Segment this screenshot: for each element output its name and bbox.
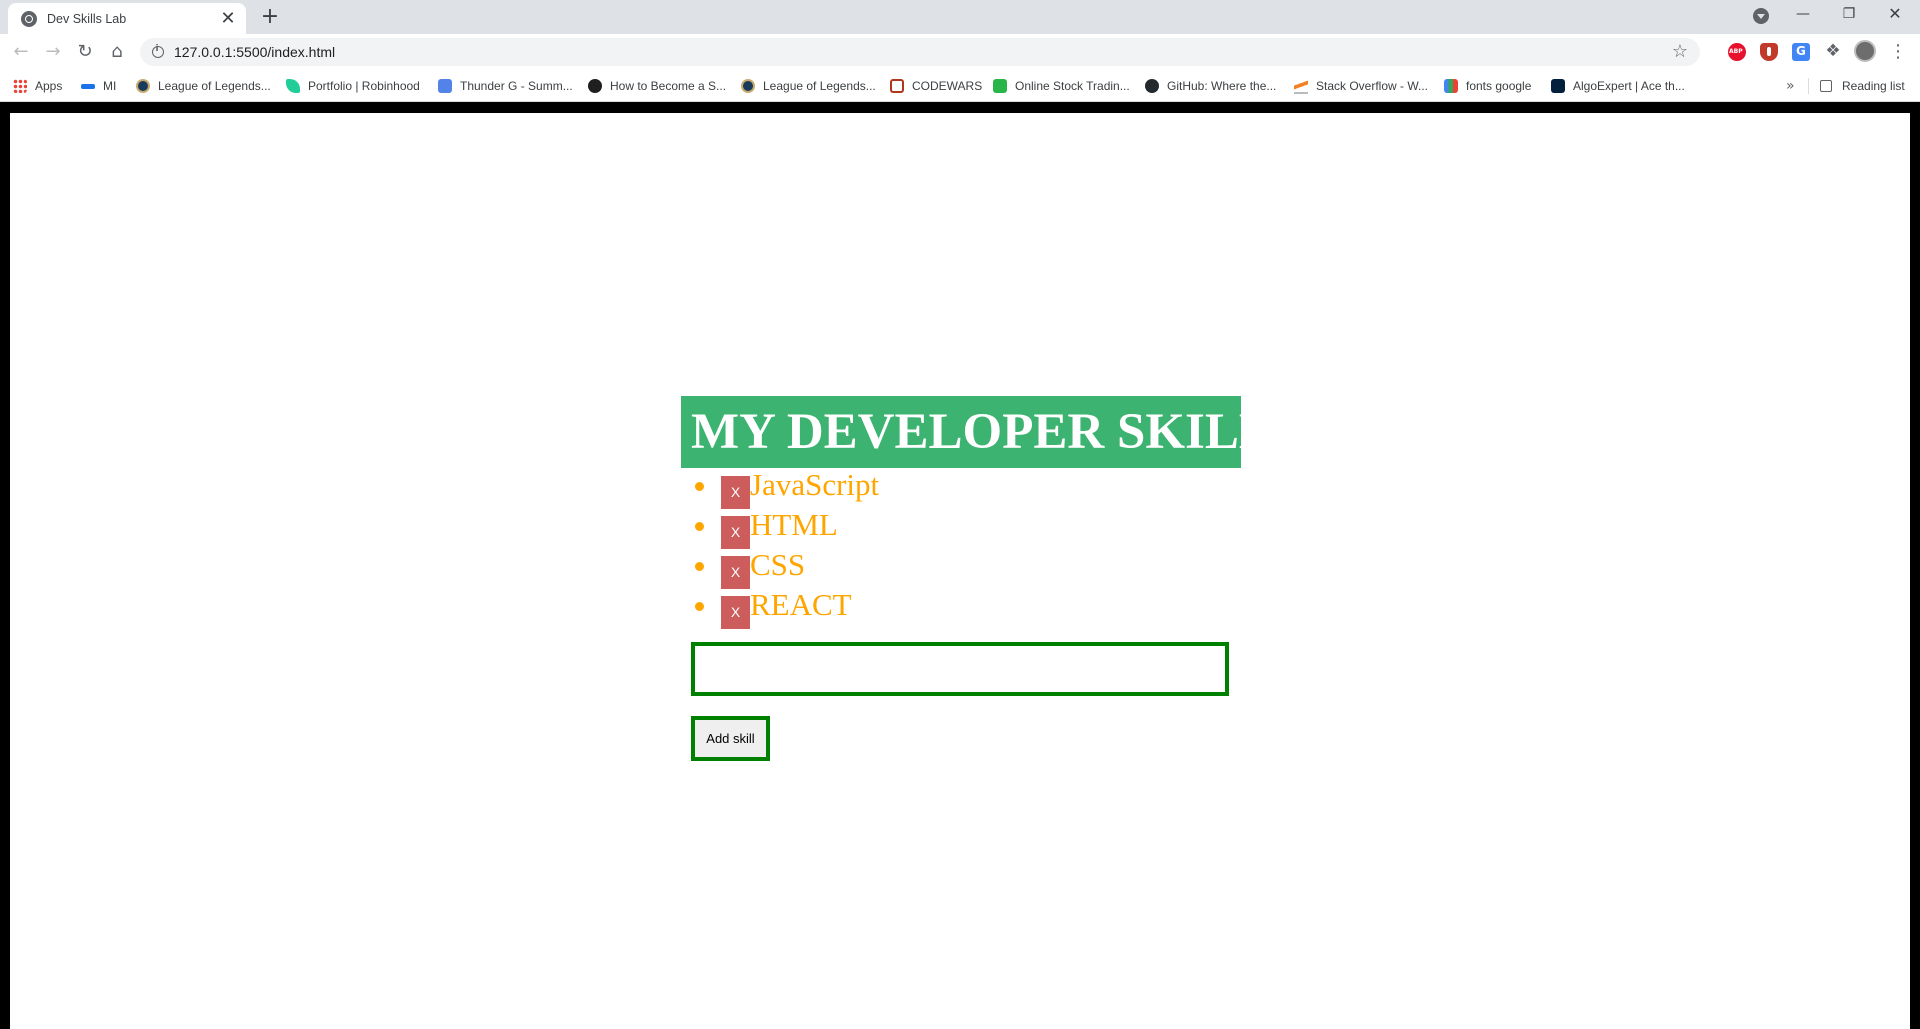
bookmark-label: AlgoExpert | Ace th... [1573, 79, 1685, 93]
bookmarks-overflow-icon[interactable]: » [1786, 70, 1795, 102]
reading-list-button[interactable]: Reading list [1820, 70, 1905, 102]
league-icon [741, 79, 755, 93]
league-icon [136, 79, 150, 93]
bookmark-label: How to Become a S... [610, 79, 727, 93]
robinhood-feather-icon [286, 79, 300, 93]
bullet-icon [695, 562, 704, 571]
minimize-button[interactable]: — [1780, 0, 1826, 30]
back-arrow-icon[interactable]: ← [9, 40, 33, 64]
profile-avatar[interactable] [1854, 40, 1876, 62]
bookmark-label: Thunder G - Summ... [460, 79, 573, 93]
skill-name: JavaScript [750, 467, 880, 502]
reading-list-label: Reading list [1842, 79, 1905, 93]
codewars-icon [890, 79, 904, 93]
reading-list-icon [1820, 80, 1832, 92]
apps-grid-icon [13, 79, 27, 93]
github-icon [1145, 79, 1159, 93]
ublock-icon[interactable] [1760, 43, 1778, 61]
tab-search-icon[interactable] [1753, 8, 1769, 24]
url-text[interactable]: 127.0.0.1:5500/index.html [174, 44, 335, 60]
bookmark-algoexpert[interactable]: AlgoExpert | Ace th... [1551, 70, 1685, 102]
reload-icon[interactable]: ↻ [73, 40, 97, 64]
bookmark-apps[interactable]: Apps [13, 70, 62, 102]
bookmark-label: GitHub: Where the... [1167, 79, 1277, 93]
forward-arrow-icon[interactable]: → [41, 40, 65, 64]
browser-tab[interactable]: Dev Skills Lab ✕ [8, 3, 246, 34]
browser-toolbar: ← → ↻ ⌂ 127.0.0.1:5500/index.html ☆ ❖ ⋮ [0, 34, 1920, 70]
page-title: MY DEVELOPER SKILLS [681, 396, 1301, 468]
algoexpert-icon [1551, 79, 1565, 93]
tab-title: Dev Skills Lab [47, 11, 127, 26]
bookmark-label: Online Stock Tradin... [1015, 79, 1130, 93]
new-skill-input[interactable] [691, 642, 1229, 696]
delete-skill-button[interactable]: X [721, 475, 750, 509]
bookmark-label: CODEWARS [912, 79, 983, 93]
google-fonts-icon [1444, 79, 1458, 93]
stackoverflow-icon [1294, 78, 1308, 94]
bookmark-opgg[interactable]: Thunder G - Summ... [438, 70, 573, 102]
bullet-icon [695, 482, 704, 491]
restore-button[interactable]: ❐ [1826, 0, 1872, 30]
opgg-icon [438, 79, 452, 93]
skills-list: X JavaScript X HTML X CSS X REACT [681, 467, 1241, 629]
bookmark-codewars[interactable]: CODEWARS [890, 70, 982, 102]
list-item: X JavaScript [681, 467, 1241, 509]
close-window-button[interactable]: ✕ [1872, 0, 1918, 30]
bookmark-label: Stack Overflow - W... [1316, 79, 1429, 93]
skill-name: HTML [750, 507, 838, 542]
bookmark-robinhood[interactable]: Portfolio | Robinhood [286, 70, 420, 102]
address-bar[interactable]: 127.0.0.1:5500/index.html ☆ [140, 38, 1700, 66]
page-body: MY DEVELOPER SKILLS X JavaScript X HTML … [10, 113, 1910, 1029]
skill-name: CSS [750, 547, 806, 582]
bookmark-label: Apps [35, 79, 63, 93]
bookmark-mi[interactable]: MI [81, 70, 116, 102]
delete-skill-button[interactable]: X [721, 595, 750, 629]
bookmark-stackoverflow[interactable]: Stack Overflow - W... [1294, 70, 1428, 102]
bookmark-google-fonts[interactable]: fonts google [1444, 70, 1531, 102]
bullet-icon [695, 602, 704, 611]
extensions-puzzle-icon[interactable]: ❖ [1824, 42, 1842, 60]
delete-skill-button[interactable]: X [721, 555, 750, 589]
bookmark-become-s[interactable]: How to Become a S... [588, 70, 726, 102]
adblock-plus-icon[interactable] [1728, 43, 1746, 61]
bullet-icon [695, 522, 704, 531]
browser-menu-icon[interactable]: ⋮ [1888, 40, 1908, 64]
list-item: X HTML [681, 507, 1241, 549]
bookmark-league-1[interactable]: League of Legends... [136, 70, 271, 102]
bookmark-star-icon[interactable]: ☆ [1672, 41, 1688, 62]
list-item: X REACT [681, 587, 1241, 629]
key-icon [81, 83, 95, 89]
bookmark-label: fonts google [1466, 79, 1532, 93]
bookmark-label: League of Legends... [158, 79, 271, 93]
site-info-icon[interactable] [152, 44, 164, 58]
bookmark-label: League of Legends... [763, 79, 876, 93]
home-icon[interactable]: ⌂ [105, 40, 129, 64]
list-item: X CSS [681, 547, 1241, 589]
bookmark-github[interactable]: GitHub: Where the... [1145, 70, 1276, 102]
skills-container: MY DEVELOPER SKILLS X JavaScript X HTML … [681, 396, 1301, 761]
page-viewport: MY DEVELOPER SKILLS X JavaScript X HTML … [0, 103, 1920, 1029]
td-icon [993, 79, 1007, 93]
bookmark-league-2[interactable]: League of Legends... [741, 70, 876, 102]
globe-icon [21, 10, 37, 27]
bookmarks-bar: Apps MI League of Legends... Portfolio |… [0, 70, 1920, 102]
bookmark-td[interactable]: Online Stock Tradin... [993, 70, 1130, 102]
google-translate-icon[interactable] [1792, 43, 1810, 61]
tab-strip: Dev Skills Lab ✕ + — ❐ ✕ [0, 0, 1920, 34]
codecademy-icon [588, 79, 602, 93]
add-skill-button[interactable]: Add skill [691, 716, 770, 761]
close-tab-icon[interactable]: ✕ [220, 9, 236, 28]
bookmark-label: MI [103, 79, 117, 93]
bookmark-label: Portfolio | Robinhood [308, 79, 420, 93]
delete-skill-button[interactable]: X [721, 515, 750, 549]
new-tab-button[interactable]: + [258, 5, 282, 29]
bookmarks-divider [1808, 78, 1809, 94]
skill-name: REACT [750, 587, 852, 622]
